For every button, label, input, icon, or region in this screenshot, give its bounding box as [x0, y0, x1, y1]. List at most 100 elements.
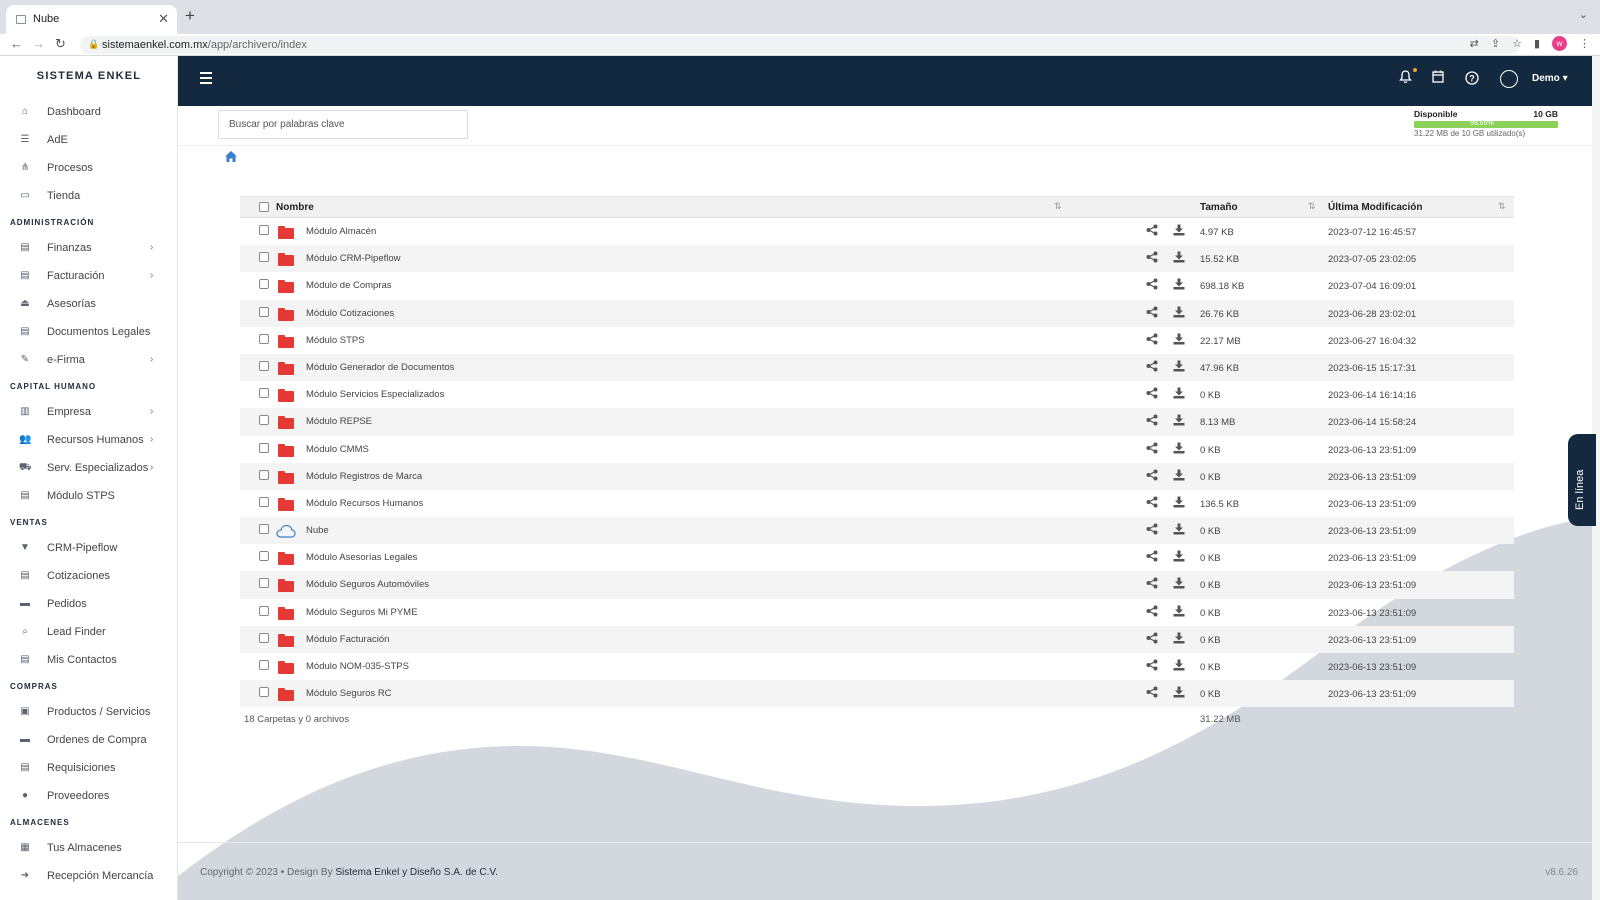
table-row[interactable]: Módulo Seguros Mi PYME 0 KB 2023-06-13 23:… — [240, 599, 1514, 626]
reload-icon[interactable]: ↻ — [55, 36, 66, 52]
file-name-link[interactable]: Módulo Almacén — [306, 226, 376, 237]
file-name-link[interactable]: Módulo CRM-Pipeflow — [306, 253, 401, 264]
share-icon[interactable] — [1146, 686, 1158, 701]
table-row[interactable]: Módulo Recursos Humanos 136.5 KB 2023-06-1… — [240, 490, 1514, 517]
share-icon[interactable] — [1146, 659, 1158, 674]
row-checkbox[interactable] — [259, 252, 269, 263]
sort-name-icon[interactable]: ⇅ — [1054, 201, 1062, 212]
file-name-link[interactable]: Módulo Registros de Marca — [306, 471, 422, 482]
browser-tab[interactable]: Nube ✕ — [6, 5, 177, 34]
file-name-link[interactable]: Módulo Seguros Automóviles — [306, 579, 429, 590]
sidebar-item-cotizaciones[interactable]: ▤ Cotizaciones — [0, 562, 177, 590]
user-avatar-icon[interactable] — [1500, 70, 1518, 88]
file-name-link[interactable]: Módulo Facturación — [306, 634, 389, 645]
sidebar-item-asesorias[interactable]: ⏏ Asesorías — [0, 290, 177, 318]
row-checkbox[interactable] — [259, 279, 269, 290]
row-checkbox[interactable] — [259, 687, 269, 698]
download-icon[interactable] — [1173, 414, 1185, 429]
side-panel-icon[interactable]: ▮ — [1534, 37, 1540, 50]
download-icon[interactable] — [1173, 469, 1185, 484]
row-checkbox[interactable] — [259, 605, 269, 616]
file-name-link[interactable]: Módulo STPS — [306, 335, 365, 346]
share-icon[interactable] — [1146, 306, 1158, 321]
file-name-link[interactable]: Módulo Cotizaciones — [306, 308, 394, 319]
sidebar-item-crm-pipeflow[interactable]: ▼ CRM-Pipeflow — [0, 534, 177, 562]
file-name-link[interactable]: Módulo Generador de Documentos — [306, 362, 454, 373]
table-row[interactable]: Módulo Seguros RC 0 KB 2023-06-13 23:51:09 — [240, 680, 1514, 708]
sidebar-item-empresa[interactable]: ▥ Empresa › — [0, 398, 177, 426]
share-icon[interactable] — [1146, 278, 1158, 293]
share-icon[interactable] — [1146, 496, 1158, 511]
download-icon[interactable] — [1173, 387, 1185, 402]
table-row[interactable]: Módulo Asesorías Legales 0 KB 2023-06-13 2… — [240, 544, 1514, 571]
row-checkbox[interactable] — [259, 442, 269, 453]
sidebar-item-e-firma[interactable]: ✎ e-Firma › — [0, 346, 177, 374]
back-icon[interactable]: ← — [10, 36, 23, 51]
row-checkbox[interactable] — [259, 333, 269, 344]
sidebar-item-dashboard[interactable]: ⌂ Dashboard — [0, 98, 177, 126]
sidebar-item-lead-finder[interactable]: ⌕ Lead Finder — [0, 618, 177, 646]
table-row[interactable]: Nube 0 KB 2023-06-13 23:51:09 — [240, 517, 1514, 545]
help-icon[interactable]: ? — [1465, 71, 1479, 85]
sidebar-item-tus-almacenes[interactable]: ▦ Tus Almacenes — [0, 834, 177, 862]
row-checkbox[interactable] — [259, 360, 269, 371]
download-icon[interactable] — [1173, 360, 1185, 375]
table-row[interactable]: Módulo Seguros Automóviles 0 KB 2023-06-13… — [240, 571, 1514, 599]
sidebar-item-tienda[interactable]: ▭ Tienda — [0, 182, 177, 210]
hamburger-menu-icon[interactable] — [200, 72, 212, 87]
translate-icon[interactable]: ⇄ — [1470, 37, 1479, 50]
download-icon[interactable] — [1173, 496, 1185, 511]
table-row[interactable]: Módulo CRM-Pipeflow 15.52 KB 2023-07-05 23… — [240, 245, 1514, 273]
download-icon[interactable] — [1173, 278, 1185, 293]
file-name-link[interactable]: Nube — [306, 525, 329, 536]
table-row[interactable]: Módulo Registros de Marca 0 KB 2023-06-13 … — [240, 462, 1514, 490]
sidebar-item-serv-especializados[interactable]: ⛟ Serv. Especializados › — [0, 454, 177, 482]
row-checkbox[interactable] — [259, 524, 269, 535]
table-row[interactable]: Módulo Almacén 4.97 KB 2023-07-12 16:45:57 — [240, 218, 1514, 245]
sort-modified-icon[interactable]: ⇅ — [1498, 201, 1506, 212]
share-icon[interactable] — [1146, 333, 1158, 348]
share-icon[interactable] — [1146, 387, 1158, 402]
sidebar-item-facturacion[interactable]: ▤ Facturación › — [0, 262, 177, 290]
download-icon[interactable] — [1173, 306, 1185, 321]
share-icon[interactable] — [1146, 523, 1158, 538]
sidebar-item-documentos-legales[interactable]: ▤ Documentos Legales — [0, 318, 177, 346]
table-row[interactable]: Módulo Facturación 0 KB 2023-06-13 23:51:0… — [240, 625, 1514, 653]
file-name-link[interactable]: Módulo de Compras — [306, 280, 392, 291]
row-checkbox[interactable] — [259, 551, 269, 562]
row-checkbox[interactable] — [259, 306, 269, 317]
row-checkbox[interactable] — [259, 496, 269, 507]
row-checkbox[interactable] — [259, 388, 269, 399]
table-row[interactable]: Módulo Cotizaciones 26.76 KB 2023-06-28 23… — [240, 299, 1514, 327]
file-name-link[interactable]: Módulo Recursos Humanos — [306, 498, 423, 509]
sidebar-item-ordenes-de-compra[interactable]: ▬ Ordenes de Compra — [0, 726, 177, 754]
table-row[interactable]: Módulo Generador de Documentos 47.96 KB 20… — [240, 353, 1514, 382]
download-icon[interactable] — [1173, 577, 1185, 592]
file-name-link[interactable]: Módulo Seguros Mi PYME — [306, 607, 417, 618]
download-icon[interactable] — [1173, 550, 1185, 565]
download-icon[interactable] — [1173, 659, 1185, 674]
file-name-link[interactable]: Módulo NOM-035-STPS — [306, 661, 409, 672]
url-field[interactable]: 🔒 sistemaenkel.com.mx/app/archivero/inde… — [80, 36, 1520, 54]
tab-search-chevron-icon[interactable]: ⌄ — [1579, 8, 1588, 21]
share-icon[interactable] — [1146, 605, 1158, 620]
sidebar-item-requisiciones[interactable]: ▤ Requisiciones — [0, 754, 177, 782]
file-name-link[interactable]: Módulo Servicios Especializados — [306, 389, 444, 400]
download-icon[interactable] — [1173, 632, 1185, 647]
sidebar-item-pedidos[interactable]: ▬ Pedidos — [0, 590, 177, 618]
table-row[interactable]: Módulo STPS 22.17 MB 2023-06-27 16:04:32 — [240, 327, 1514, 354]
share-icon[interactable] — [1146, 632, 1158, 647]
download-icon[interactable] — [1173, 333, 1185, 348]
share-icon[interactable] — [1146, 469, 1158, 484]
sidebar-item-procesos[interactable]: ⋔ Procesos — [0, 154, 177, 182]
column-name-header[interactable]: Nombre — [276, 202, 314, 213]
share-page-icon[interactable]: ⇪ — [1491, 37, 1500, 50]
notifications-bell-icon[interactable] — [1399, 70, 1412, 84]
browser-menu-icon[interactable]: ⋮ — [1579, 37, 1590, 50]
online-status-tab[interactable]: En línea — [1568, 434, 1596, 526]
calendar-icon[interactable] — [1432, 70, 1444, 83]
sidebar-item-ade[interactable]: ☰ AdE — [0, 126, 177, 154]
profile-avatar[interactable]: w — [1552, 36, 1567, 51]
search-input[interactable]: Buscar por palabras clave — [218, 110, 468, 139]
share-icon[interactable] — [1146, 577, 1158, 592]
